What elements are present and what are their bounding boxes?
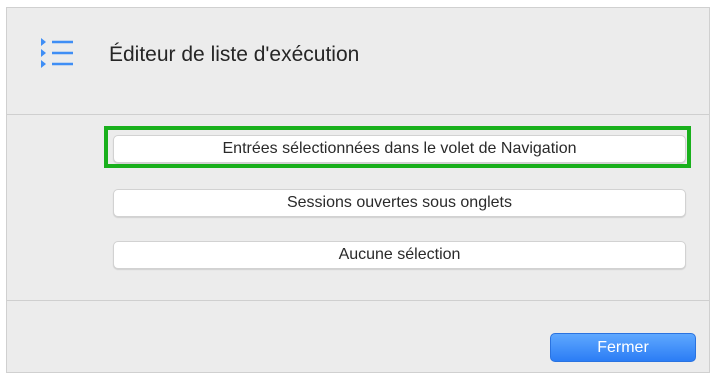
list-icon xyxy=(37,35,77,75)
option-navigation-selection-button[interactable]: Entrées sélectionnées dans le volet de N… xyxy=(113,135,686,163)
dialog-footer: Fermer xyxy=(7,301,709,372)
dialog-header: Éditeur de liste d'exécution xyxy=(7,8,709,115)
option-open-tabs-button[interactable]: Sessions ouvertes sous onglets xyxy=(113,189,686,217)
close-button[interactable]: Fermer xyxy=(550,333,696,362)
dialog-title: Éditeur de liste d'exécution xyxy=(109,43,360,66)
option-no-selection-button[interactable]: Aucune sélection xyxy=(113,241,686,269)
playlist-editor-dialog: Éditeur de liste d'exécution Entrées sél… xyxy=(6,7,710,373)
options-section: Entrées sélectionnées dans le volet de N… xyxy=(7,114,709,301)
